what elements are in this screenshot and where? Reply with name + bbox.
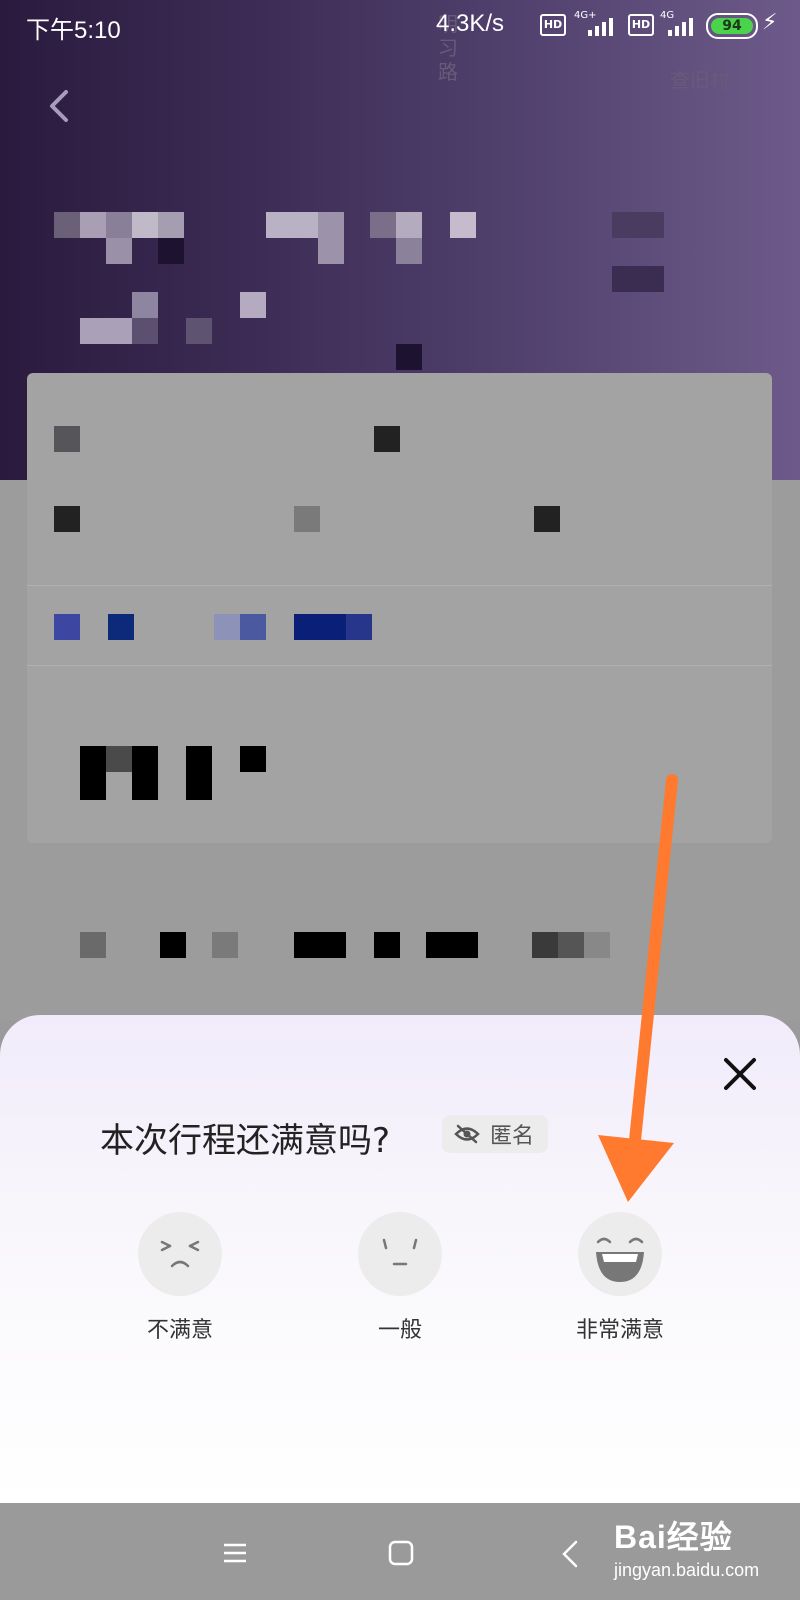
map-village-label: 查旧村 <box>670 68 730 92</box>
battery-icon: 94 <box>706 13 758 39</box>
network-speed: 4.3K/s <box>436 10 505 37</box>
charging-icon: ⚡ <box>762 10 778 35</box>
rating-option-unsatisfied[interactable]: 不满意 <box>100 1212 260 1344</box>
status-time: 下午5:10 <box>26 17 121 44</box>
angry-face-icon <box>138 1212 222 1296</box>
very-happy-face-icon <box>578 1212 662 1296</box>
watermark-url: jingyan.baidu.com <box>614 1560 760 1580</box>
hd-badge: HD <box>540 14 566 36</box>
anonymous-label: 匿名 <box>490 1124 535 1149</box>
rating-option-label: 非常满意 <box>575 1318 664 1343</box>
menu-icon[interactable] <box>222 1540 248 1566</box>
rating-option-label: 一般 <box>377 1318 422 1343</box>
status-bar: 下午5:10 4.3K/s HD 4G+ HD 4G 94 ⚡ <box>0 0 800 50</box>
divider <box>27 665 772 666</box>
battery-level: 94 <box>711 18 753 34</box>
back-nav-icon[interactable] <box>560 1540 580 1568</box>
back-arrow-icon[interactable] <box>42 86 82 126</box>
rating-option-very-satisfied[interactable]: 非常满意 <box>540 1212 700 1344</box>
neutral-face-icon <box>358 1212 442 1296</box>
signal-icon <box>588 18 613 36</box>
divider <box>27 585 772 586</box>
eye-off-icon <box>454 1124 480 1144</box>
hd-badge: HD <box>628 14 654 36</box>
rating-option-neutral[interactable]: 一般 <box>320 1212 480 1344</box>
anonymous-toggle[interactable]: 匿名 <box>442 1115 549 1153</box>
signal-icon <box>668 18 693 36</box>
rating-option-label: 不满意 <box>146 1318 213 1343</box>
rating-question: 本次行程还满意吗? <box>100 1121 391 1161</box>
baidu-jingyan-watermark: Bai经验 jingyan.baidu.com <box>614 1512 759 1581</box>
close-icon[interactable] <box>718 1052 762 1096</box>
map-road-label: 路 <box>438 60 458 84</box>
home-icon[interactable] <box>388 1540 414 1566</box>
watermark-brand: Bai经验 <box>614 1519 733 1555</box>
